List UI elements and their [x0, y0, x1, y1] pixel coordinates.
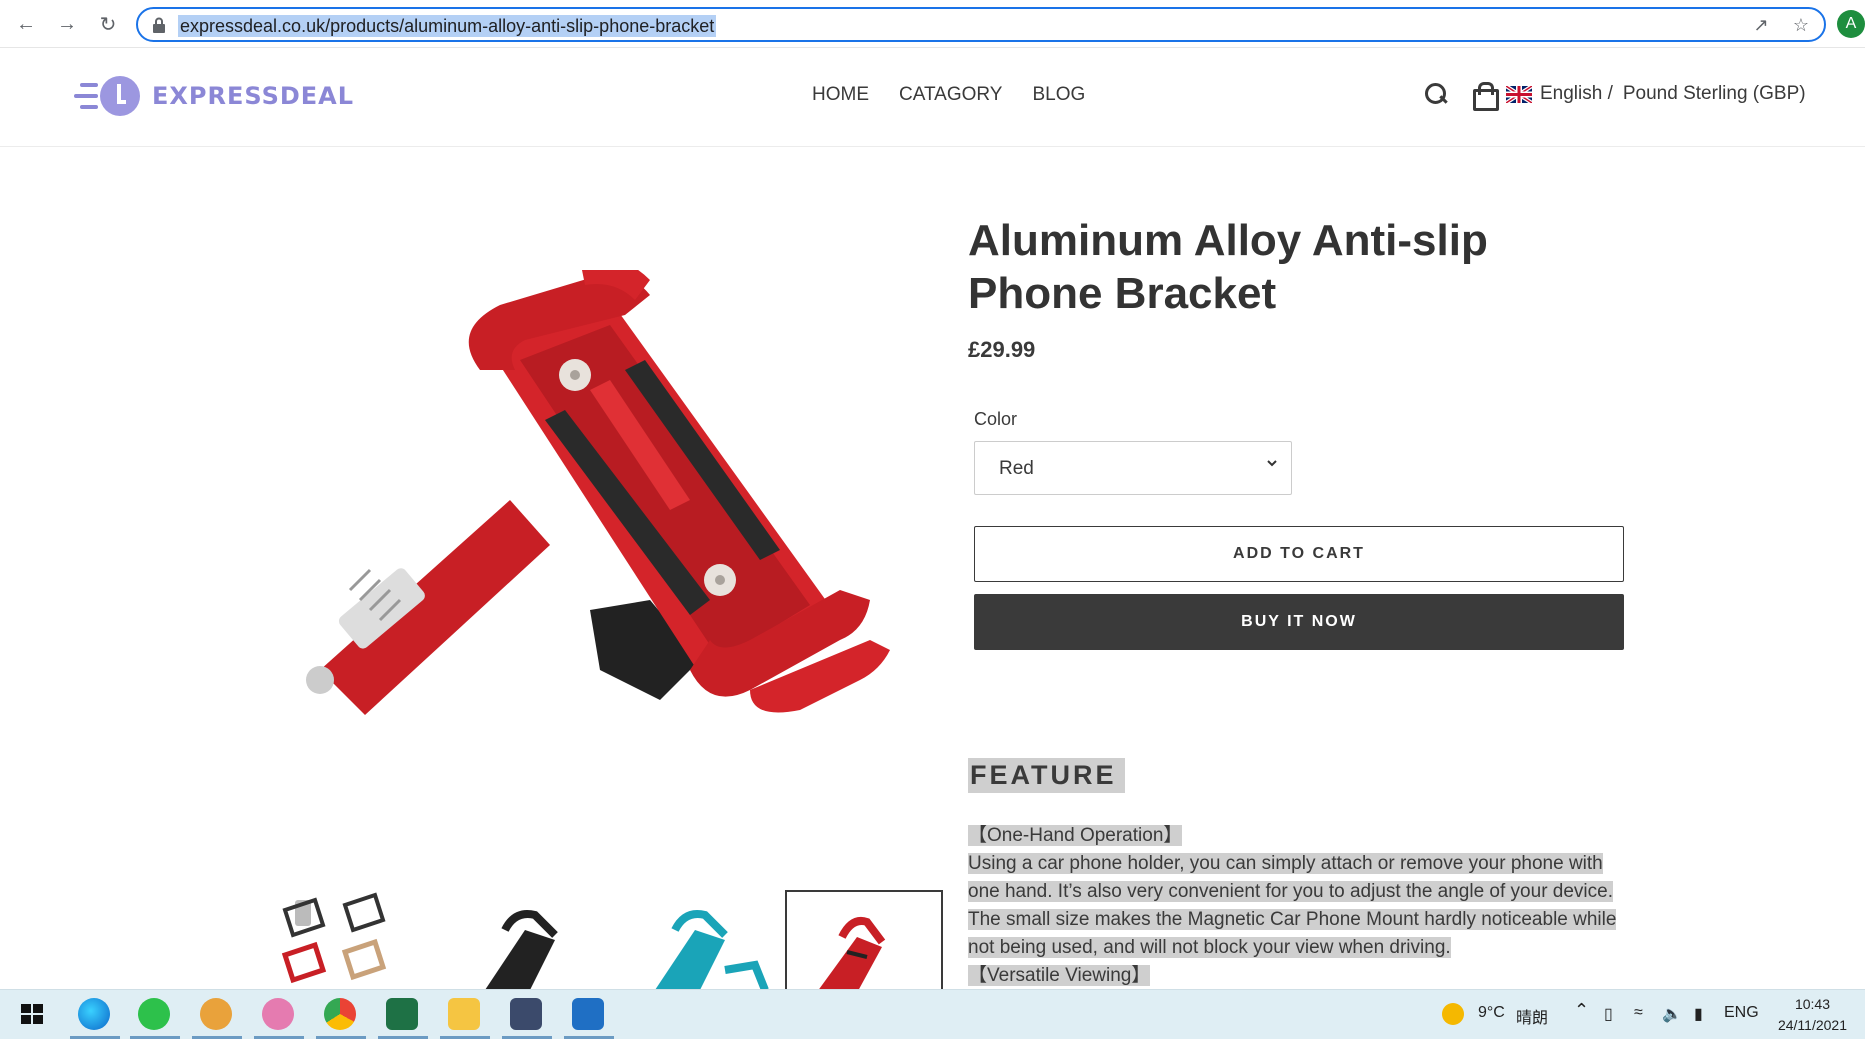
thumbnail-strip	[275, 890, 943, 990]
add-to-cart-button[interactable]: ADD TO CART	[974, 526, 1624, 582]
description-line: 【One-Hand Operation】	[968, 825, 1183, 846]
clock-date: 24/11/2021	[1777, 1017, 1847, 1033]
site-logo[interactable]: EXPRESSDEAL	[74, 76, 354, 116]
uk-flag-icon	[1506, 85, 1532, 103]
buy-it-now-button[interactable]: BUY IT NOW	[974, 594, 1624, 650]
thumbnail-red[interactable]	[785, 890, 943, 990]
address-bar[interactable]: expressdeal.co.uk/products/aluminum-allo…	[136, 7, 1826, 42]
nav-home[interactable]: HOME	[812, 84, 869, 106]
app-pink-icon[interactable]	[262, 998, 294, 1030]
back-icon[interactable]: ←	[12, 10, 40, 38]
chevron-up-icon[interactable]: ⌃	[1574, 1000, 1589, 1021]
app-window-icon[interactable]	[510, 998, 542, 1030]
site-header: EXPRESSDEAL HOME CATAGORY BLOG English /…	[0, 48, 1865, 147]
edge-icon[interactable]	[78, 998, 110, 1030]
lock-icon	[153, 17, 165, 33]
input-language[interactable]: ENG	[1724, 1004, 1759, 1022]
description-line: Using a car phone holder, you can simply…	[968, 853, 1603, 874]
sun-weather-icon[interactable]	[1442, 1003, 1464, 1025]
browser-toolbar: ← → ↻ expressdeal.co.uk/products/aluminu…	[0, 0, 1865, 48]
clock-time: 10:43	[1794, 996, 1830, 1012]
url-text[interactable]: expressdeal.co.uk/products/aluminum-allo…	[178, 15, 717, 37]
file-explorer-icon[interactable]	[448, 998, 480, 1030]
excel-icon[interactable]	[386, 998, 418, 1030]
description-line: one hand. It’s also very convenient for …	[968, 881, 1613, 902]
product-price: £29.99	[968, 337, 1036, 362]
clock-icon	[100, 76, 140, 116]
language-selector[interactable]: English /	[1540, 83, 1613, 105]
forward-icon[interactable]: →	[53, 10, 81, 38]
thumbnail-blue[interactable]	[615, 890, 773, 990]
thumbnail-black[interactable]	[445, 890, 603, 990]
nav-category[interactable]: CATAGORY	[899, 84, 1002, 106]
chrome-icon[interactable]	[324, 998, 356, 1030]
main-nav: HOME CATAGORY BLOG	[812, 84, 1085, 106]
chevron-down-icon	[1267, 460, 1277, 467]
logo-lines-icon	[74, 77, 98, 115]
color-select-value: Red	[999, 458, 1034, 479]
color-select[interactable]: Red	[974, 441, 1292, 495]
product-title: Aluminum Alloy Anti-slip Phone Bracket	[968, 216, 1488, 318]
product-main-image[interactable]	[280, 270, 940, 830]
nav-blog[interactable]: BLOG	[1032, 84, 1085, 106]
description-line: 【Versatile Viewing】	[968, 965, 1151, 986]
weather-text[interactable]: 晴朗	[1516, 1004, 1548, 1028]
wifi-icon[interactable]: ≈	[1634, 1004, 1643, 1022]
windows-start-icon[interactable]	[16, 998, 48, 1030]
product-description: 【One-Hand Operation】 Using a car phone h…	[968, 822, 1618, 990]
color-label: Color	[974, 409, 1018, 429]
feature-heading: FEATURE	[968, 758, 1125, 793]
weather-temp[interactable]: 9°C	[1478, 1004, 1505, 1022]
profile-avatar[interactable]: A	[1837, 10, 1865, 38]
wechat-icon[interactable]	[138, 998, 170, 1030]
volume-muted-icon[interactable]: 🔈	[1662, 1004, 1682, 1024]
description-line: not being used, and will not block your …	[968, 937, 1451, 958]
app-character-icon[interactable]	[200, 998, 232, 1030]
logo-text: EXPRESSDEAL	[152, 82, 355, 110]
thumbnail-all-colors[interactable]	[275, 890, 433, 990]
bookmark-star-icon[interactable]: ☆	[1790, 15, 1812, 37]
windows-taskbar: 9°C 晴朗 ⌃ ▯ ≈ 🔈 ▮ ENG 10:43 24/11/2021	[0, 989, 1865, 1039]
usb-icon[interactable]: ▯	[1604, 1004, 1613, 1024]
description-line: The small size makes the Magnetic Car Ph…	[968, 909, 1617, 930]
battery-icon[interactable]: ▮	[1694, 1004, 1703, 1024]
currency-selector[interactable]: Pound Sterling (GBP)	[1623, 83, 1806, 105]
search-icon[interactable]	[1424, 82, 1448, 106]
reload-icon[interactable]: ↻	[94, 10, 122, 38]
system-clock[interactable]: 10:43 24/11/2021	[1778, 994, 1847, 1036]
share-icon[interactable]: ↗	[1750, 15, 1772, 37]
photos-icon[interactable]	[572, 998, 604, 1030]
cart-bag-icon[interactable]	[1472, 82, 1499, 111]
header-actions: English / Pound Sterling (GBP)	[1424, 82, 1806, 111]
